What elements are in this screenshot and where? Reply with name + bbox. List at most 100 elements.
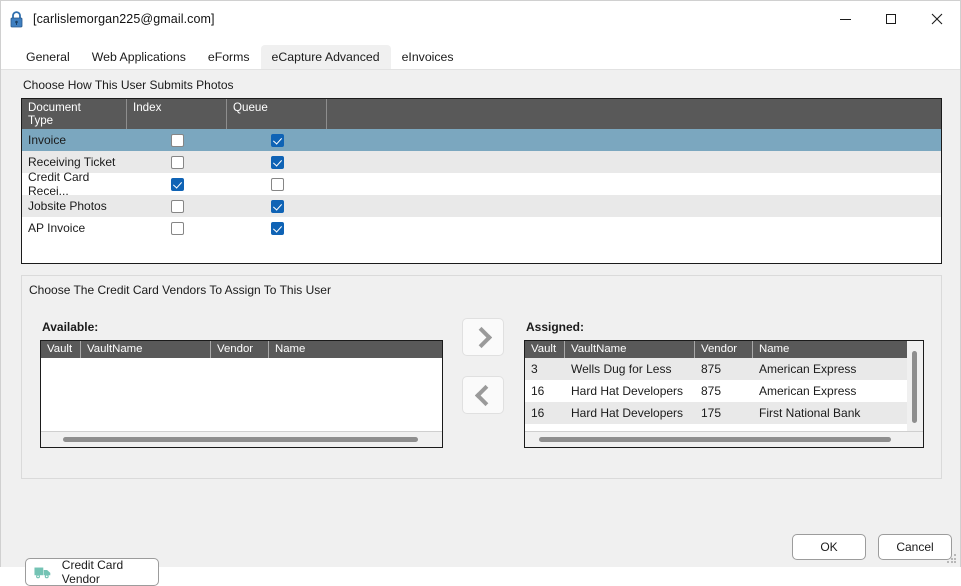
column-header-vendor[interactable]: Vendor [211,341,269,358]
queue-checkbox[interactable] [270,177,284,191]
table-row[interactable]: AP Invoice [22,217,941,239]
table-row[interactable]: 16 Hard Hat Developers 875 American Expr… [525,380,909,402]
cell-vendor: 875 [701,384,722,398]
cell-name: American Express [759,362,857,376]
assigned-list-title: Assigned: [526,320,585,334]
vendors-section-label: Choose The Credit Card Vendors To Assign… [29,283,331,297]
table-row[interactable]: 16 Hard Hat Developers 175 First Nationa… [525,402,909,424]
column-header-name[interactable]: Name [753,341,909,358]
chevron-right-icon [470,326,492,348]
cell-vault-name: Hard Hat Developers [571,384,684,398]
column-header-line1: Document [28,101,81,114]
cell-document-type: Jobsite Photos [28,199,107,213]
column-header-vault-name[interactable]: VaultName [565,341,695,358]
column-header-vault[interactable]: Vault [41,341,81,358]
lock-icon [1,1,31,37]
column-header-vendor[interactable]: Vendor [695,341,753,358]
minimize-icon [839,18,851,20]
cell-document-type: Credit Card Recei... [28,170,90,198]
chevron-left-icon [474,384,496,406]
cell-index[interactable] [127,221,227,235]
queue-checkbox[interactable] [270,155,284,169]
cell-index[interactable] [127,177,227,191]
available-list-title: Available: [42,320,99,334]
ok-button[interactable]: OK [792,534,866,560]
assigned-vscroll-thumb[interactable] [912,351,917,423]
title-bar: [carlislemorgan225@gmail.com] [1,1,960,37]
window-controls [822,1,960,37]
cell-vault: 3 [531,362,538,376]
maximize-button[interactable] [868,1,914,37]
tab-einvoices[interactable]: eInvoices [391,45,465,70]
cell-queue[interactable] [227,133,327,147]
queue-checkbox[interactable] [270,133,284,147]
column-header-vault-name[interactable]: VaultName [81,341,211,358]
cell-document-type: Invoice [28,133,67,147]
cell-queue[interactable] [227,177,327,191]
column-header-queue[interactable]: Queue [227,99,327,129]
document-type-grid: Document Type Index Queue Invoice Receiv… [21,98,942,264]
cell-vault-name: Hard Hat Developers [571,406,684,420]
cell-vendor: 875 [701,362,722,376]
credit-card-vendor-label: Credit Card Vendor [61,558,124,586]
cancel-button[interactable]: Cancel [878,534,952,560]
cell-name: First National Bank [759,406,861,420]
column-header-filler [327,99,941,129]
queue-checkbox[interactable] [270,199,284,213]
tab-ecapture-advanced[interactable]: eCapture Advanced [260,45,391,70]
cell-queue[interactable] [227,199,327,213]
minimize-button[interactable] [822,1,868,37]
index-checkbox[interactable] [170,199,184,213]
grid-header-row: Document Type Index Queue [22,99,941,129]
cell-document-type: AP Invoice [28,221,86,235]
cell-name: American Express [759,384,857,398]
resize-grip[interactable] [947,554,957,564]
table-row[interactable]: Jobsite Photos [22,195,941,217]
cell-vault: 16 [531,384,545,398]
cell-index[interactable] [127,199,227,213]
cell-queue[interactable] [227,221,327,235]
column-header-vault[interactable]: Vault [525,341,565,358]
available-vendors-list[interactable]: Vault VaultName Vendor Name [40,340,443,448]
column-header-index[interactable]: Index [127,99,227,129]
tab-general[interactable]: General [15,45,81,70]
assigned-vendors-list[interactable]: Vault VaultName Vendor Name 3 Wells Dug … [524,340,924,448]
window-title: [carlislemorgan225@gmail.com] [33,12,215,26]
column-header-line2: Type [28,113,54,127]
tab-bar: General Web Applications eForms eCapture… [1,37,960,70]
assigned-list-hscrollbar[interactable] [525,431,923,447]
cell-vault: 16 [531,406,545,420]
column-header-name[interactable]: Name [269,341,442,358]
cell-index[interactable] [127,155,227,169]
table-row[interactable]: Invoice [22,129,941,151]
table-row[interactable]: 3 Wells Dug for Less 875 American Expres… [525,358,909,380]
queue-checkbox[interactable] [270,221,284,235]
available-list-header: Vault VaultName Vendor Name [41,341,442,358]
unassign-vendor-button[interactable] [462,376,504,414]
column-header-document-type[interactable]: Document Type [22,99,127,129]
table-row[interactable]: Credit Card Recei... [22,170,941,198]
assign-vendor-button[interactable] [462,318,504,356]
available-hscroll-thumb[interactable] [63,437,418,442]
cell-index[interactable] [127,133,227,147]
assigned-hscroll-thumb[interactable] [539,437,891,442]
close-button[interactable] [914,1,960,37]
index-checkbox[interactable] [170,221,184,235]
assigned-list-header: Vault VaultName Vendor Name [525,341,909,358]
available-list-hscrollbar[interactable] [41,431,442,447]
cell-document-type: Receiving Ticket [28,155,116,169]
close-icon [931,13,943,25]
grid-body: Invoice Receiving Ticket Credit Card Rec… [22,129,941,239]
cell-vendor: 175 [701,406,722,420]
cell-vault-name: Wells Dug for Less [571,362,672,376]
dialog-body: Choose How This User Submits Photos Docu… [1,70,960,586]
tab-web-applications[interactable]: Web Applications [81,45,197,70]
index-checkbox[interactable] [170,177,184,191]
tab-eforms[interactable]: eForms [197,45,261,70]
credit-card-vendor-button[interactable]: Credit Card Vendor [25,558,159,586]
table-row[interactable]: Receiving Ticket [22,151,941,173]
index-checkbox[interactable] [170,155,184,169]
cell-queue[interactable] [227,155,327,169]
index-checkbox[interactable] [170,133,184,147]
photos-section-label: Choose How This User Submits Photos [23,78,234,92]
